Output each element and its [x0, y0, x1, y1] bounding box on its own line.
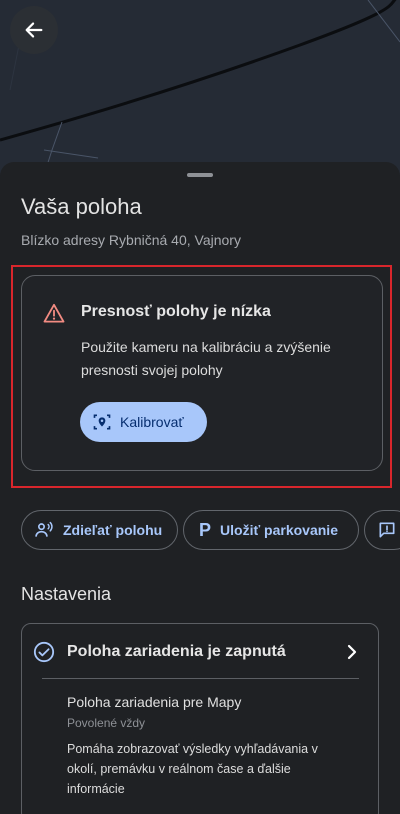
- maps-location-status: Povolené vždy: [67, 716, 146, 730]
- parking-icon: P: [199, 519, 212, 540]
- settings-section-title: Nastavenia: [21, 584, 112, 604]
- warning-title: Presnosť polohy je nízka: [81, 303, 271, 320]
- person-share-icon: [35, 521, 53, 537]
- maps-location-description: Pomáha zobrazovať výsledky vyhľadávania …: [67, 742, 318, 796]
- maps-location-title: Poloha zariadenia pre Mapy: [67, 694, 242, 710]
- back-button[interactable]: [10, 6, 58, 54]
- check-circle-icon: [33, 641, 55, 663]
- divider: [42, 678, 359, 679]
- warning-text: Použite kameru na kalibráciu a zvýšenie …: [81, 339, 331, 378]
- warning-triangle-icon: [43, 303, 65, 323]
- camera-location-icon: [93, 414, 111, 430]
- share-location-chip[interactable]: Zdieľať polohu: [21, 510, 178, 550]
- accuracy-warning-card: Presnosť polohy je nízka Použite kameru …: [21, 275, 383, 471]
- arrow-left-icon: [25, 22, 43, 38]
- share-location-label: Zdieľať polohu: [63, 522, 163, 538]
- map-background[interactable]: [0, 0, 400, 175]
- bottom-sheet: Vaša poloha Blízko adresy Rybničná 40, V…: [0, 162, 400, 814]
- device-location-label: Poloha zariadenia je zapnutá: [67, 643, 286, 660]
- chevron-right-icon: [347, 644, 357, 660]
- feedback-chip[interactable]: [364, 510, 400, 550]
- device-location-row[interactable]: Poloha zariadenia je zapnutá: [22, 624, 380, 678]
- save-parking-label: Uložiť parkovanie: [220, 522, 338, 538]
- settings-card: Poloha zariadenia je zapnutá Poloha zari…: [21, 623, 379, 814]
- calibrate-button[interactable]: Kalibrovať: [80, 402, 207, 442]
- map-roads: [0, 0, 400, 175]
- drag-handle[interactable]: [187, 173, 213, 177]
- feedback-icon: [379, 522, 395, 538]
- sheet-subtitle: Blízko adresy Rybničná 40, Vajnory: [21, 232, 241, 248]
- sheet-title: Vaša poloha: [21, 194, 142, 219]
- calibrate-button-label: Kalibrovať: [120, 414, 184, 430]
- save-parking-chip[interactable]: P Uložiť parkovanie: [183, 510, 359, 550]
